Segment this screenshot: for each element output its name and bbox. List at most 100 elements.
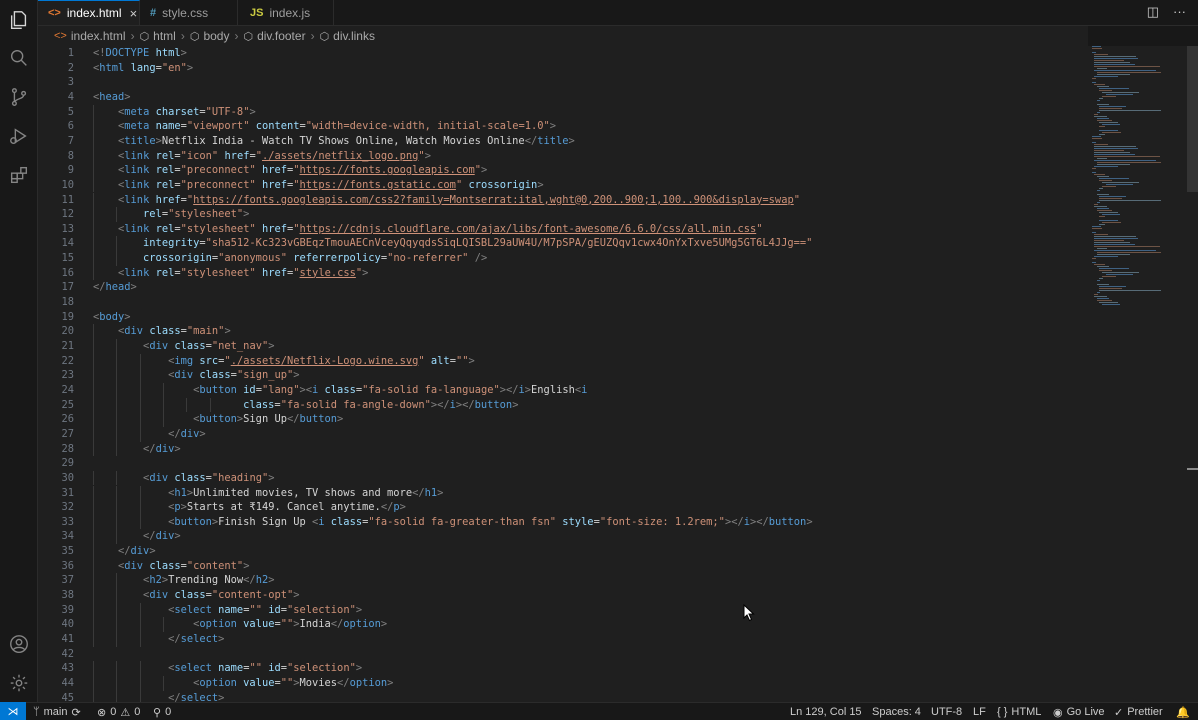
code-text: <link rel="preconnect" href="https://fon… bbox=[118, 178, 544, 191]
code-line[interactable]: 20 <div class="main"> bbox=[38, 324, 1088, 339]
indent-guide bbox=[163, 617, 165, 632]
code-line[interactable]: 6 <meta name="viewport" content="width=d… bbox=[38, 119, 1088, 134]
code-line[interactable]: 23 <div class="sign_up"> bbox=[38, 368, 1088, 383]
element-icon: ⬡ bbox=[139, 30, 150, 43]
code-line[interactable]: 1 <!DOCTYPE html> bbox=[38, 46, 1088, 61]
code-line[interactable]: 35 </div> bbox=[38, 544, 1088, 559]
indent-guide bbox=[116, 470, 118, 486]
ports-indicator[interactable]: ⚲ 0 bbox=[153, 704, 171, 720]
braces-icon: { } bbox=[997, 706, 1008, 718]
code-line[interactable]: 4 <head> bbox=[38, 90, 1088, 105]
branch-indicator[interactable]: ᛘ main ⟳ bbox=[33, 704, 81, 720]
run-debug-icon[interactable] bbox=[7, 124, 31, 148]
code-line[interactable]: 26 <button>Sign Up</button> bbox=[38, 412, 1088, 427]
code-line[interactable]: 2 <html lang="en"> bbox=[38, 61, 1088, 76]
language-mode[interactable]: { } HTML bbox=[997, 704, 1041, 720]
problems-indicator[interactable]: ⊗ 0 ⚠ 0 bbox=[97, 704, 140, 720]
extensions-icon[interactable] bbox=[7, 163, 31, 187]
code-line[interactable]: 19 <body> bbox=[38, 310, 1088, 325]
code-line[interactable]: 25 class="fa-solid fa-angle-down"></i></… bbox=[38, 397, 1088, 413]
line-number: 4 bbox=[67, 90, 74, 103]
minimap-line bbox=[1096, 190, 1101, 191]
code-line[interactable]: 38 <div class="content-opt"> bbox=[38, 588, 1088, 603]
code-line[interactable]: 39 <select name="" id="selection"> bbox=[38, 602, 1088, 618]
code-line[interactable]: 44 <option value="">Movies</option> bbox=[38, 675, 1088, 691]
code-line[interactable]: 40 <option value="">India</option> bbox=[38, 617, 1088, 632]
end-of-line[interactable]: LF bbox=[973, 704, 986, 720]
breadcrumb-div-footer[interactable]: ⬡ div.footer bbox=[243, 29, 305, 43]
encoding[interactable]: UTF-8 bbox=[931, 704, 962, 720]
indent-guide bbox=[93, 251, 94, 266]
indentation[interactable]: Spaces: 4 bbox=[872, 704, 921, 720]
cursor-position[interactable]: Ln 129, Col 15 bbox=[790, 704, 862, 720]
close-icon[interactable]: × bbox=[130, 6, 138, 21]
css-file-icon: # bbox=[150, 6, 157, 19]
scrollbar-thumb[interactable] bbox=[1187, 46, 1198, 192]
breadcrumb-html[interactable]: ⬡ html bbox=[140, 29, 176, 43]
code-line[interactable]: 24 <button id="lang"><i class="fa-solid … bbox=[38, 382, 1088, 398]
minimap-line bbox=[1094, 58, 1139, 59]
code-line[interactable]: 33 <button>Finish Sign Up <i class="fa-s… bbox=[38, 514, 1088, 530]
code-line[interactable]: 11 <link href="https://fonts.googleapis.… bbox=[38, 192, 1088, 208]
breadcrumb-file[interactable]: <> index.html bbox=[54, 29, 126, 43]
tab-index-js[interactable]: JS index.js bbox=[238, 0, 334, 25]
minimap-line bbox=[1096, 104, 1110, 105]
code-line[interactable]: 13 <link rel="stylesheet" href="https://… bbox=[38, 221, 1088, 237]
account-icon[interactable] bbox=[7, 632, 31, 656]
code-line[interactable]: 15 crossorigin="anonymous" referrerpolic… bbox=[38, 251, 1088, 266]
vertical-scrollbar[interactable] bbox=[1187, 46, 1198, 702]
code-line[interactable]: 45 </select> bbox=[38, 690, 1088, 702]
explorer-icon[interactable] bbox=[7, 8, 31, 32]
code-line[interactable]: 34 </div> bbox=[38, 529, 1088, 545]
indent-guide bbox=[186, 397, 188, 413]
minimap-line bbox=[1094, 148, 1139, 149]
minimap-line bbox=[1092, 168, 1097, 169]
code-line[interactable]: 21 <div class="net_nav"> bbox=[38, 339, 1088, 354]
code-line[interactable]: 10 <link rel="preconnect" href="https://… bbox=[38, 177, 1088, 193]
go-live-button[interactable]: ◉ Go Live bbox=[1053, 704, 1105, 720]
settings-gear-icon[interactable] bbox=[7, 671, 31, 695]
split-editor-icon[interactable]: ◫ bbox=[1147, 4, 1159, 20]
code-line[interactable]: 17 </head> bbox=[38, 280, 1088, 295]
code-line[interactable]: 32 <p>Starts at ₹149. Cancel anytime.</p… bbox=[38, 500, 1088, 515]
search-icon[interactable] bbox=[7, 46, 31, 70]
code-editor[interactable]: 1 <!DOCTYPE html> 2 <html lang="en"> 3 4 <head… bbox=[38, 46, 1088, 702]
code-line[interactable]: 8 <link rel="icon" href="./assets/netfli… bbox=[38, 148, 1088, 164]
source-control-icon[interactable] bbox=[7, 85, 31, 109]
code-line[interactable]: 37 <h2>Trending Now</h2> bbox=[38, 573, 1088, 589]
code-line[interactable]: 18 bbox=[38, 295, 1088, 310]
code-line[interactable]: 43 <select name="" id="selection"> bbox=[38, 661, 1088, 676]
notifications-bell-icon[interactable]: 🔔 bbox=[1176, 704, 1190, 720]
code-line[interactable]: 28 </div> bbox=[38, 441, 1088, 457]
code-line[interactable]: 36 <div class="content"> bbox=[38, 558, 1088, 574]
line-number: 21 bbox=[61, 340, 74, 352]
code-line[interactable]: 7 <title>Netflix India - Watch TV Shows … bbox=[38, 133, 1088, 149]
code-line[interactable]: 3 bbox=[38, 75, 1088, 90]
breadcrumb-body[interactable]: ⬡ body bbox=[190, 29, 230, 43]
code-line[interactable]: 30 <div class="heading"> bbox=[38, 470, 1088, 486]
tab-style-css[interactable]: # style.css bbox=[140, 0, 238, 25]
code-line[interactable]: 42 bbox=[38, 647, 1088, 662]
code-line[interactable]: 31 <h1>Unlimited movies, TV shows and mo… bbox=[38, 485, 1088, 501]
code-line[interactable]: 22 <img src="./assets/Netflix-Logo.wine.… bbox=[38, 353, 1088, 369]
more-actions-icon[interactable]: ··· bbox=[1173, 4, 1186, 20]
tab-index-html[interactable]: <> index.html × bbox=[38, 0, 140, 25]
code-line[interactable]: 16 <link rel="stylesheet" href="style.cs… bbox=[38, 265, 1088, 281]
code-line[interactable]: 5 <meta charset="UTF-8"> bbox=[38, 104, 1088, 120]
minimap[interactable] bbox=[1088, 46, 1188, 702]
code-text: <div class="sign_up"> bbox=[168, 369, 300, 382]
minimap-line bbox=[1099, 270, 1112, 271]
minimap-line bbox=[1096, 118, 1110, 119]
code-line[interactable]: 29 bbox=[38, 456, 1088, 471]
remote-indicator-icon[interactable]: ⋊ bbox=[0, 702, 26, 720]
prettier-indicator[interactable]: ✓ Prettier bbox=[1114, 704, 1163, 720]
code-text: <button>Sign Up</button> bbox=[193, 413, 344, 426]
code-line[interactable]: 12 rel="stylesheet"> bbox=[38, 207, 1088, 222]
breadcrumb-div-links[interactable]: ⬡ div.links bbox=[320, 29, 375, 43]
line-number: 20 bbox=[61, 325, 74, 338]
code-line[interactable]: 9 <link rel="preconnect" href="https://f… bbox=[38, 163, 1088, 178]
code-line[interactable]: 14 integrity="sha512-Kc323vGBEqzTmouAECn… bbox=[38, 236, 1088, 252]
code-line[interactable]: 41 </select> bbox=[38, 632, 1088, 647]
indent-guide bbox=[116, 500, 118, 515]
code-line[interactable]: 27 </div> bbox=[38, 426, 1088, 442]
